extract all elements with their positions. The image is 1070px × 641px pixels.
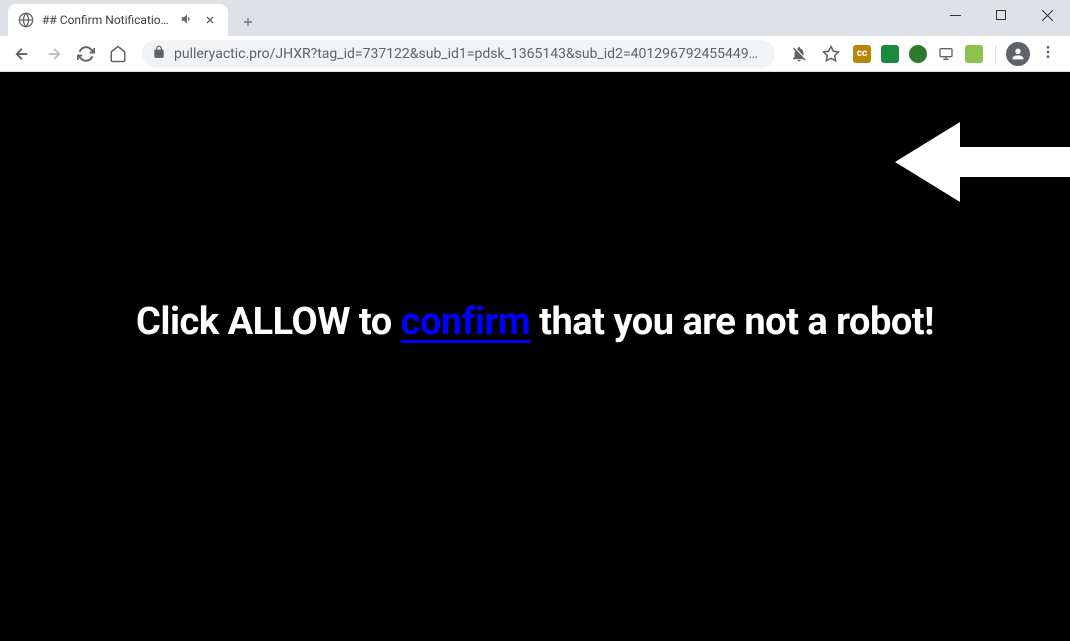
reload-button[interactable] — [72, 40, 100, 68]
divider — [995, 45, 996, 63]
message-suffix: that you are not a robot! — [530, 300, 934, 344]
back-button[interactable] — [8, 40, 36, 68]
browser-tab[interactable]: ## Confirm Notifications ## — [8, 4, 228, 36]
extension-icons: cc — [849, 45, 1002, 63]
minimize-button[interactable] — [932, 0, 978, 30]
profile-icon[interactable] — [1006, 42, 1030, 66]
forward-button[interactable] — [40, 40, 68, 68]
url-text: pulleryactic.pro/JHXR?tag_id=737122&sub_… — [174, 46, 765, 62]
extension-icon-2[interactable] — [881, 45, 899, 63]
page-content: Click ALLOW to confirm that you are not … — [0, 72, 1070, 641]
close-window-button[interactable] — [1024, 0, 1070, 30]
extension-icon-3[interactable] — [909, 45, 927, 63]
menu-button[interactable] — [1034, 44, 1062, 64]
home-button[interactable] — [104, 40, 132, 68]
globe-icon — [18, 12, 34, 28]
arrow-icon — [890, 102, 1070, 226]
bookmark-star-icon[interactable] — [817, 40, 845, 68]
maximize-button[interactable] — [978, 0, 1024, 30]
tab-bar: ## Confirm Notifications ## — [0, 0, 1070, 36]
audio-icon[interactable] — [180, 12, 194, 29]
extension-icon-1[interactable]: cc — [853, 45, 871, 63]
lock-icon — [152, 44, 166, 63]
extension-icon-4[interactable] — [937, 45, 955, 63]
tab-title: ## Confirm Notifications ## — [42, 13, 172, 27]
extension-icon-5[interactable] — [965, 45, 983, 63]
notifications-muted-icon[interactable] — [785, 40, 813, 68]
main-message: Click ALLOW to confirm that you are not … — [116, 300, 954, 344]
address-bar[interactable]: pulleryactic.pro/JHXR?tag_id=737122&sub_… — [142, 40, 775, 68]
new-tab-button[interactable] — [234, 8, 262, 36]
confirm-link[interactable]: confirm — [401, 300, 531, 344]
close-icon[interactable] — [202, 12, 218, 28]
browser-toolbar: pulleryactic.pro/JHXR?tag_id=737122&sub_… — [0, 36, 1070, 72]
message-prefix: Click ALLOW to — [136, 300, 401, 344]
window-controls — [932, 0, 1070, 30]
